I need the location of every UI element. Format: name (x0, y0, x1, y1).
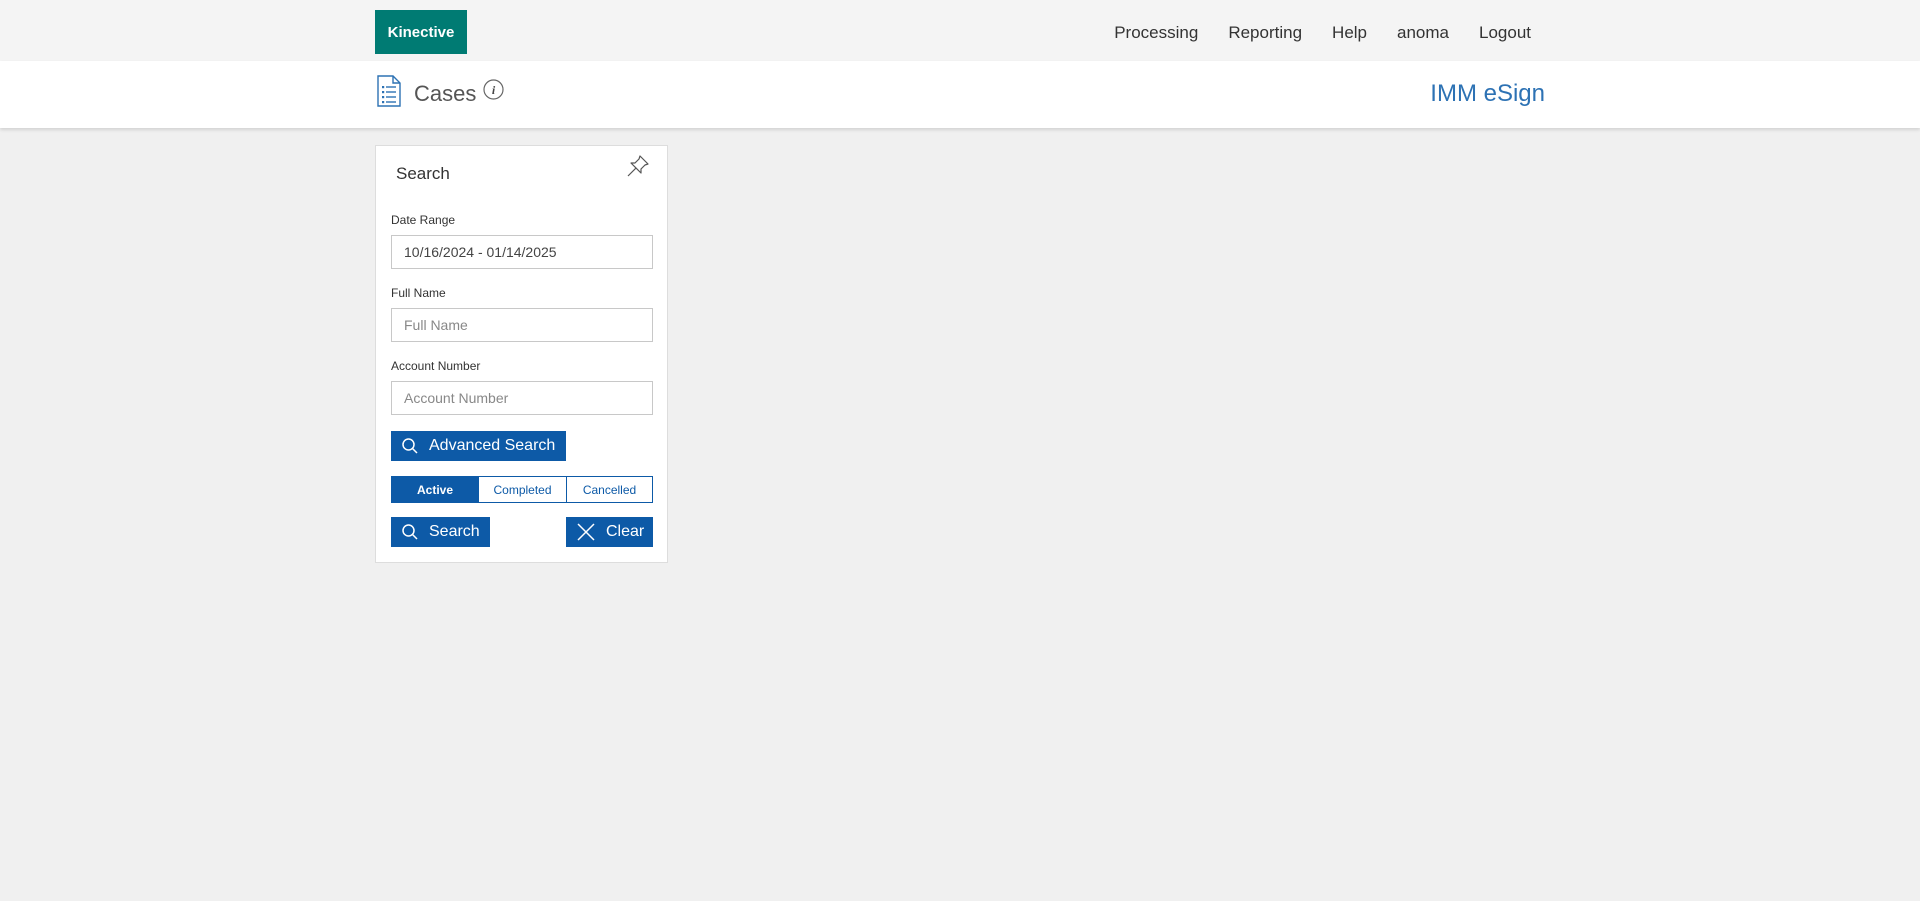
tab-active[interactable]: Active (392, 477, 478, 502)
page-header: Cases i IMM eSign (0, 61, 1920, 128)
search-panel-title: Search (396, 164, 450, 183)
list-document-icon (377, 75, 401, 107)
clear-button-label: Clear (606, 523, 645, 540)
nav-item-help[interactable]: Help (1332, 23, 1367, 43)
clear-button[interactable]: Clear (566, 517, 653, 547)
page-title: Cases (414, 81, 477, 106)
search-panel: Search Date Range Full Name Account Numb… (375, 145, 668, 563)
tab-cancelled[interactable]: Cancelled (566, 477, 652, 502)
info-icon[interactable]: i (483, 79, 504, 100)
account-number-input[interactable] (391, 381, 653, 415)
main-nav: Processing Reporting Help anoma Logout (1084, 0, 1531, 66)
pin-icon[interactable] (625, 153, 651, 179)
nav-item-user[interactable]: anoma (1397, 23, 1449, 43)
search-icon (402, 438, 418, 454)
svg-text:i: i (492, 83, 496, 97)
date-range-input[interactable] (391, 235, 653, 269)
tab-completed[interactable]: Completed (478, 477, 566, 502)
account-number-label: Account Number (391, 359, 481, 373)
search-button[interactable]: Search (391, 517, 490, 547)
search-icon (402, 524, 418, 540)
full-name-label: Full Name (391, 286, 446, 300)
nav-item-processing[interactable]: Processing (1114, 23, 1198, 43)
close-icon (577, 523, 595, 541)
advanced-search-label: Advanced Search (429, 437, 556, 454)
nav-item-logout[interactable]: Logout (1479, 23, 1531, 43)
full-name-input[interactable] (391, 308, 653, 342)
search-button-label: Search (429, 523, 480, 540)
kinective-logo[interactable]: Kinective (375, 10, 467, 54)
date-range-label: Date Range (391, 213, 456, 227)
nav-item-reporting[interactable]: Reporting (1228, 23, 1302, 43)
top-navigation-bar: Kinective Processing Reporting Help anom… (0, 0, 1920, 61)
advanced-search-button[interactable]: Advanced Search (391, 431, 566, 461)
status-filter: Active Completed Cancelled (391, 476, 653, 503)
app-name: IMM eSign (1430, 80, 1545, 107)
